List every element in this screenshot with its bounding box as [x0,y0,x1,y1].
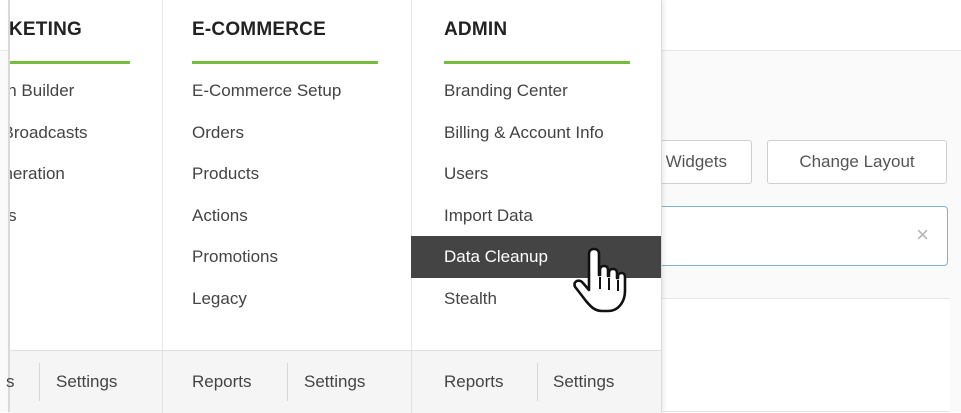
footer-link-reports-marketing[interactable]: s [6,351,15,413]
menu-item-legacy[interactable]: Legacy [162,278,411,320]
menu-item-orders[interactable]: Orders [162,112,411,154]
footer-link-reports-ecommerce[interactable]: Reports [192,351,252,413]
column-title-admin: ADMIN [444,19,508,40]
menu-item-lead-generation[interactable]: eneration [10,153,162,195]
menu-list-marketing: ign Builder l Broadcasts eneration tes [10,70,162,236]
menu-list-ecommerce: E-Commerce Setup Orders Products Actions… [162,70,411,319]
menu-item-templates[interactable]: tes [10,195,162,237]
footer-column-separator [411,351,412,413]
column-title-underline [10,61,130,64]
footer-divider [287,363,288,401]
menu-item-actions[interactable]: Actions [162,195,411,237]
footer-column-separator [162,351,163,413]
column-title-underline [444,61,630,64]
mega-menu-dropdown: KETING ign Builder l Broadcasts eneratio… [6,0,662,413]
column-title-marketing: KETING [10,19,82,40]
menu-item-products[interactable]: Products [162,153,411,195]
menu-item-billing-account-info[interactable]: Billing & Account Info [411,112,661,154]
menu-column-marketing: KETING ign Builder l Broadcasts eneratio… [10,0,163,350]
footer-divider [39,363,40,401]
footer-link-settings-admin[interactable]: Settings [553,351,614,413]
change-layout-button[interactable]: Change Layout [767,140,947,184]
menu-item-promotions[interactable]: Promotions [162,236,411,278]
footer-divider [537,363,538,401]
column-title-underline [192,61,378,64]
column-title-ecommerce: E-COMMERCE [192,19,326,40]
footer-link-settings-marketing[interactable]: Settings [56,351,117,413]
menu-item-users[interactable]: Users [411,153,661,195]
menu-item-email-broadcasts[interactable]: l Broadcasts [10,112,162,154]
footer-link-settings-ecommerce[interactable]: Settings [304,351,365,413]
hand-pointer-icon [573,247,627,313]
close-icon[interactable]: × [916,222,929,248]
footer-link-reports-admin[interactable]: Reports [444,351,504,413]
menu-column-ecommerce: E-COMMERCE E-Commerce Setup Orders Produ… [162,0,412,350]
menu-item-branding-center[interactable]: Branding Center [411,70,661,112]
menu-item-campaign-builder[interactable]: ign Builder [10,70,162,112]
menu-item-import-data[interactable]: Import Data [411,195,661,237]
menu-footer: s Settings Reports Settings Reports Sett… [6,350,661,413]
menu-item-ecommerce-setup[interactable]: E-Commerce Setup [162,70,411,112]
